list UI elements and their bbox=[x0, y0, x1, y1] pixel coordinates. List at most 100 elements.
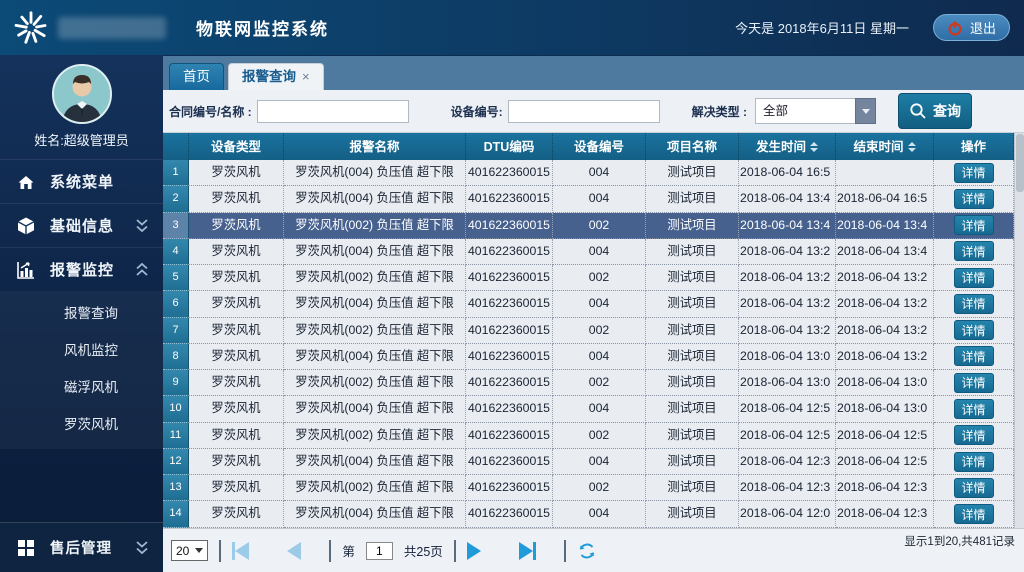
scrollbar-thumb[interactable] bbox=[1016, 134, 1024, 192]
table-row[interactable]: 7 罗茨风机 罗茨风机(002) 负压值 超下限 401622360015 00… bbox=[163, 318, 1014, 344]
submenu-label: 报警查询 bbox=[64, 306, 118, 321]
detail-button[interactable]: 详情 bbox=[954, 215, 994, 235]
detail-button[interactable]: 详情 bbox=[954, 346, 994, 366]
cell-occur-time: 2018-06-04 12:0 bbox=[739, 501, 836, 527]
sidebar-submenu-item[interactable]: 风机监控 bbox=[0, 332, 163, 369]
cell-operation: 详情 bbox=[934, 396, 1014, 422]
table-row[interactable]: 3 罗茨风机 罗茨风机(002) 负压值 超下限 401622360015 00… bbox=[163, 213, 1014, 239]
detail-button[interactable]: 详情 bbox=[954, 504, 994, 524]
row-number: 3 bbox=[163, 213, 189, 239]
sidebar-item-label: 售后管理 bbox=[50, 537, 112, 558]
page-number-input[interactable] bbox=[366, 542, 393, 560]
table-row[interactable]: 5 罗茨风机 罗茨风机(002) 负压值 超下限 401622360015 00… bbox=[163, 265, 1014, 291]
sidebar-item-alarm-monitoring[interactable]: 报警监控 bbox=[0, 247, 163, 291]
detail-button[interactable]: 详情 bbox=[954, 241, 994, 261]
cell-operation: 详情 bbox=[934, 475, 1014, 501]
detail-button[interactable]: 详情 bbox=[954, 399, 994, 419]
detail-button[interactable]: 详情 bbox=[954, 425, 994, 445]
cell-end-time: 2018-06-04 13:2 bbox=[836, 344, 934, 370]
sidebar-submenu: 报警查询 风机监控 磁浮风机 罗茨风机 bbox=[0, 291, 163, 449]
table-row[interactable]: 13 罗茨风机 罗茨风机(002) 负压值 超下限 401622360015 0… bbox=[163, 475, 1014, 501]
cell-alarm-name: 罗茨风机(002) 负压值 超下限 bbox=[284, 318, 466, 344]
detail-button[interactable]: 详情 bbox=[954, 294, 994, 314]
cell-project-name: 测试项目 bbox=[646, 449, 739, 475]
sidebar-submenu-item[interactable]: 罗茨风机 bbox=[0, 406, 163, 443]
table-row[interactable]: 12 罗茨风机 罗茨风机(004) 负压值 超下限 401622360015 0… bbox=[163, 449, 1014, 475]
table-row[interactable]: 4 罗茨风机 罗茨风机(004) 负压值 超下限 401622360015 00… bbox=[163, 239, 1014, 265]
vertical-scrollbar[interactable] bbox=[1014, 133, 1024, 528]
detail-button[interactable]: 详情 bbox=[954, 320, 994, 340]
sidebar-item-label: 基础信息 bbox=[50, 215, 114, 236]
detail-button[interactable]: 详情 bbox=[954, 373, 994, 393]
table-row[interactable]: 14 罗茨风机 罗茨风机(004) 负压值 超下限 401622360015 0… bbox=[163, 501, 1014, 527]
detail-button[interactable]: 详情 bbox=[954, 268, 994, 288]
first-page-button[interactable] bbox=[232, 542, 249, 560]
cell-dtu-code: 401622360015 bbox=[466, 239, 553, 265]
row-number: 2 bbox=[163, 186, 189, 212]
sidebar-item-aftersales[interactable]: 售后管理 bbox=[0, 522, 163, 572]
sidebar-item-system-menu[interactable]: 系统菜单 bbox=[0, 159, 163, 203]
cell-occur-time: 2018-06-04 16:5 bbox=[739, 160, 836, 186]
page-size-select[interactable]: 20 bbox=[171, 540, 208, 561]
table-row[interactable]: 8 罗茨风机 罗茨风机(004) 负压值 超下限 401622360015 00… bbox=[163, 344, 1014, 370]
tab-home[interactable]: 首页 bbox=[169, 63, 224, 90]
close-icon[interactable]: × bbox=[302, 64, 310, 90]
detail-button[interactable]: 详情 bbox=[954, 163, 994, 183]
select-dropdown-button[interactable] bbox=[855, 98, 876, 124]
detail-button[interactable]: 详情 bbox=[954, 478, 994, 498]
resolve-type-select[interactable]: 全部 bbox=[755, 98, 876, 124]
home-icon bbox=[16, 172, 36, 192]
sidebar-item-basic-info[interactable]: 基础信息 bbox=[0, 203, 163, 247]
detail-button[interactable]: 详情 bbox=[954, 452, 994, 472]
sidebar-submenu-item[interactable]: 磁浮风机 bbox=[0, 369, 163, 406]
cell-dtu-code: 401622360015 bbox=[466, 475, 553, 501]
cell-occur-time: 2018-06-04 13:2 bbox=[739, 265, 836, 291]
last-page-button[interactable] bbox=[519, 542, 536, 560]
cell-occur-time: 2018-06-04 13:0 bbox=[739, 370, 836, 396]
detail-button[interactable]: 详情 bbox=[954, 189, 994, 209]
device-no-input[interactable] bbox=[508, 100, 660, 123]
contract-input[interactable] bbox=[257, 100, 409, 123]
table-row[interactable]: 9 罗茨风机 罗茨风机(002) 负压值 超下限 401622360015 00… bbox=[163, 370, 1014, 396]
logout-button[interactable]: 退出 bbox=[933, 14, 1010, 41]
col-occur-time[interactable]: 发生时间 bbox=[739, 133, 836, 160]
refresh-icon[interactable] bbox=[577, 541, 597, 561]
logout-label: 退出 bbox=[970, 18, 996, 37]
tab-alarm-query[interactable]: 报警查询 × bbox=[228, 63, 324, 90]
sort-icon[interactable] bbox=[908, 142, 916, 152]
cell-alarm-name: 罗茨风机(004) 负压值 超下限 bbox=[284, 396, 466, 422]
table-row[interactable]: 6 罗茨风机 罗茨风机(004) 负压值 超下限 401622360015 00… bbox=[163, 291, 1014, 317]
table-row[interactable]: 2 罗茨风机 罗茨风机(004) 负压值 超下限 401622360015 00… bbox=[163, 186, 1014, 212]
top-header: 物联网监控系统 今天是 2018年6月11日 星期一 退出 bbox=[0, 0, 1024, 55]
prev-page-button[interactable] bbox=[287, 542, 301, 560]
cell-device-no: 002 bbox=[553, 475, 646, 501]
cell-project-name: 测试项目 bbox=[646, 370, 739, 396]
sidebar-submenu-item[interactable]: 报警查询 bbox=[0, 295, 163, 332]
table-header-row: 设备类型 报警名称 DTU编码 设备编号 项目名称 发生时间 结束时间 操作 bbox=[163, 133, 1014, 160]
row-number: 4 bbox=[163, 239, 189, 265]
cell-dtu-code: 401622360015 bbox=[466, 370, 553, 396]
sort-icon[interactable] bbox=[810, 142, 818, 152]
cell-occur-time: 2018-06-04 13:4 bbox=[739, 213, 836, 239]
cell-alarm-name: 罗茨风机(004) 负压值 超下限 bbox=[284, 239, 466, 265]
cell-end-time: 2018-06-04 13:0 bbox=[836, 396, 934, 422]
query-button[interactable]: 查询 bbox=[898, 93, 972, 129]
col-end-time[interactable]: 结束时间 bbox=[836, 133, 934, 160]
cell-device-type: 罗茨风机 bbox=[189, 423, 284, 449]
cell-device-type: 罗茨风机 bbox=[189, 160, 284, 186]
table-row[interactable]: 1 罗茨风机 罗茨风机(004) 负压值 超下限 401622360015 00… bbox=[163, 160, 1014, 186]
divider bbox=[564, 540, 566, 562]
next-page-button[interactable] bbox=[467, 542, 481, 560]
user-name-label: 姓名:超级管理员 bbox=[0, 130, 163, 149]
table-row[interactable]: 11 罗茨风机 罗茨风机(002) 负压值 超下限 401622360015 0… bbox=[163, 423, 1014, 449]
col-label: 发生时间 bbox=[756, 134, 806, 160]
app-window: 物联网监控系统 今天是 2018年6月11日 星期一 退出 bbox=[0, 0, 1024, 572]
sidebar: 姓名:超级管理员 系统菜单 基础信息 bbox=[0, 55, 163, 572]
chevron-down-icon bbox=[862, 109, 870, 114]
divider bbox=[219, 540, 221, 562]
cell-device-no: 004 bbox=[553, 239, 646, 265]
table-row[interactable]: 10 罗茨风机 罗茨风机(004) 负压值 超下限 401622360015 0… bbox=[163, 396, 1014, 422]
col-rownum bbox=[163, 133, 189, 160]
cell-operation: 详情 bbox=[934, 291, 1014, 317]
cube-icon bbox=[16, 216, 36, 236]
